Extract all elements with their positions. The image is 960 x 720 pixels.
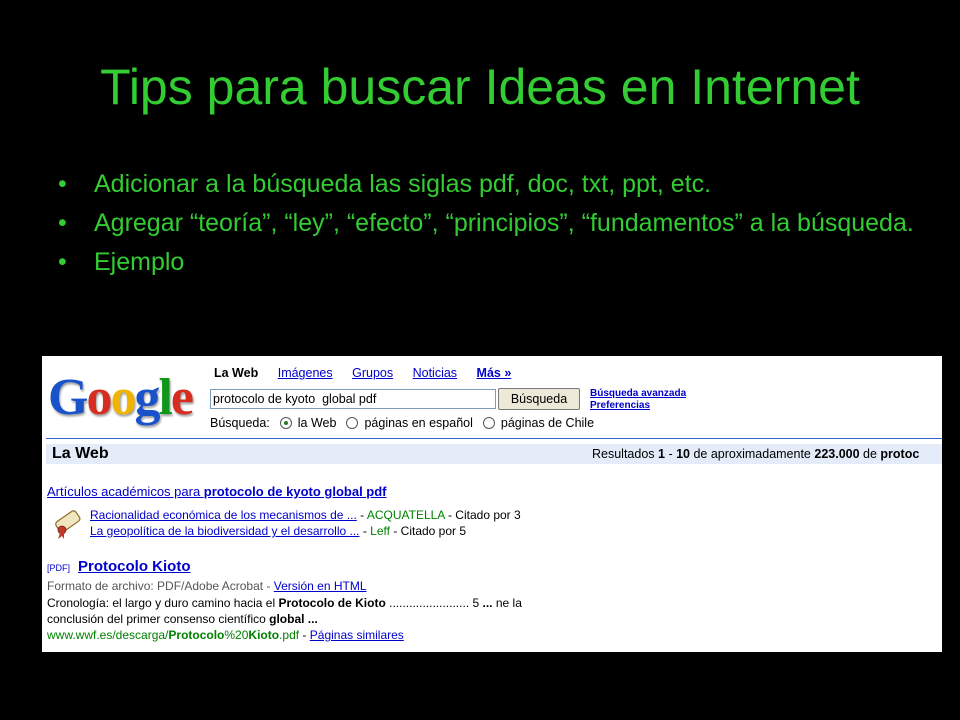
bullet-item: • Agregar “teoría”, “ley”, “efecto”, “pri…	[58, 209, 914, 237]
scope-option-spanish: páginas en español	[364, 416, 473, 430]
bullet-dot: •	[58, 170, 67, 198]
html-version-link[interactable]: Versión en HTML	[274, 579, 367, 593]
scope-label: Búsqueda:	[210, 416, 270, 430]
similar-pages-link[interactable]: Páginas similares	[310, 628, 404, 642]
slide-title: Tips para buscar Ideas en Internet	[100, 59, 860, 115]
scholar-item-link[interactable]: Racionalidad económica de los mecanismos…	[90, 508, 357, 522]
logo-letter: g	[134, 369, 160, 426]
google-nav: La Web Imágenes Grupos Noticias Más »	[214, 366, 527, 380]
diploma-icon	[55, 510, 81, 539]
pdf-tag: [PDF]	[47, 563, 71, 573]
scope-option-chile: páginas de Chile	[500, 416, 595, 430]
logo-letter: l	[158, 369, 173, 426]
nav-groups[interactable]: Grupos	[352, 366, 393, 380]
bullet-item: • Adicionar a la búsqueda las siglas pdf,…	[58, 170, 712, 198]
search-input[interactable]	[210, 389, 496, 409]
result-url: www.wwf.es/descarga/Protocolo%20Kioto.pd…	[47, 628, 404, 642]
logo-letter: G	[48, 369, 88, 426]
nav-web: La Web	[214, 366, 259, 380]
nav-more[interactable]: Más »	[477, 366, 512, 380]
results-bar-title: La Web	[52, 445, 109, 462]
result-format: Formato de archivo: PDF/Adobe Acrobat - …	[47, 579, 367, 593]
google-logo[interactable]: Google	[48, 368, 194, 428]
results-bar: La Web Resultados 1 - 10 de aproximadame…	[46, 444, 942, 464]
scope-radio-spanish[interactable]	[346, 417, 359, 429]
bullet-list: • Adicionar a la búsqueda las siglas pdf,…	[58, 170, 918, 287]
advanced-search-link[interactable]: Búsqueda avanzada	[590, 388, 686, 400]
preferences-link[interactable]: Preferencias	[590, 400, 686, 412]
bullet-dot: •	[58, 248, 67, 276]
results-stats: Resultados 1 - 10 de aproximadamente 223…	[592, 447, 920, 461]
logo-letter: o	[86, 369, 112, 426]
scope-radio-chile[interactable]	[482, 417, 495, 429]
result-title-link[interactable]: Protocolo Kioto	[78, 558, 191, 575]
scope-radio-web[interactable]	[279, 417, 292, 429]
scholar-item: La geopolítica de la biodiversidad y el …	[90, 524, 467, 538]
result-snippet-line1: Cronología: el largo y duro camino hacia…	[47, 596, 522, 610]
search-scope: Búsqueda: la Web páginas en español pági…	[210, 416, 594, 430]
nav-news[interactable]: Noticias	[413, 366, 457, 380]
nav-images[interactable]: Imágenes	[278, 366, 333, 380]
search-button[interactable]: Búsqueda	[498, 388, 580, 410]
search-options-links: Búsqueda avanzada Preferencias	[590, 388, 686, 412]
scholar-item-link[interactable]: La geopolítica de la biodiversidad y el …	[90, 524, 360, 538]
scholar-header-link[interactable]: Artículos académicos para protocolo de k…	[47, 484, 387, 499]
google-screenshot: Google La Web Imágenes Grupos Noticias M…	[42, 356, 942, 652]
result-snippet-line2: conclusión del primer consenso científic…	[47, 612, 318, 626]
logo-letter: o	[110, 369, 136, 426]
bullet-dot: •	[58, 209, 67, 237]
logo-letter: e	[170, 369, 194, 426]
header-divider	[46, 438, 942, 439]
bullet-item: • Ejemplo	[58, 248, 185, 276]
scope-option-web: la Web	[297, 416, 337, 430]
scholar-item: Racionalidad económica de los mecanismos…	[90, 508, 521, 522]
